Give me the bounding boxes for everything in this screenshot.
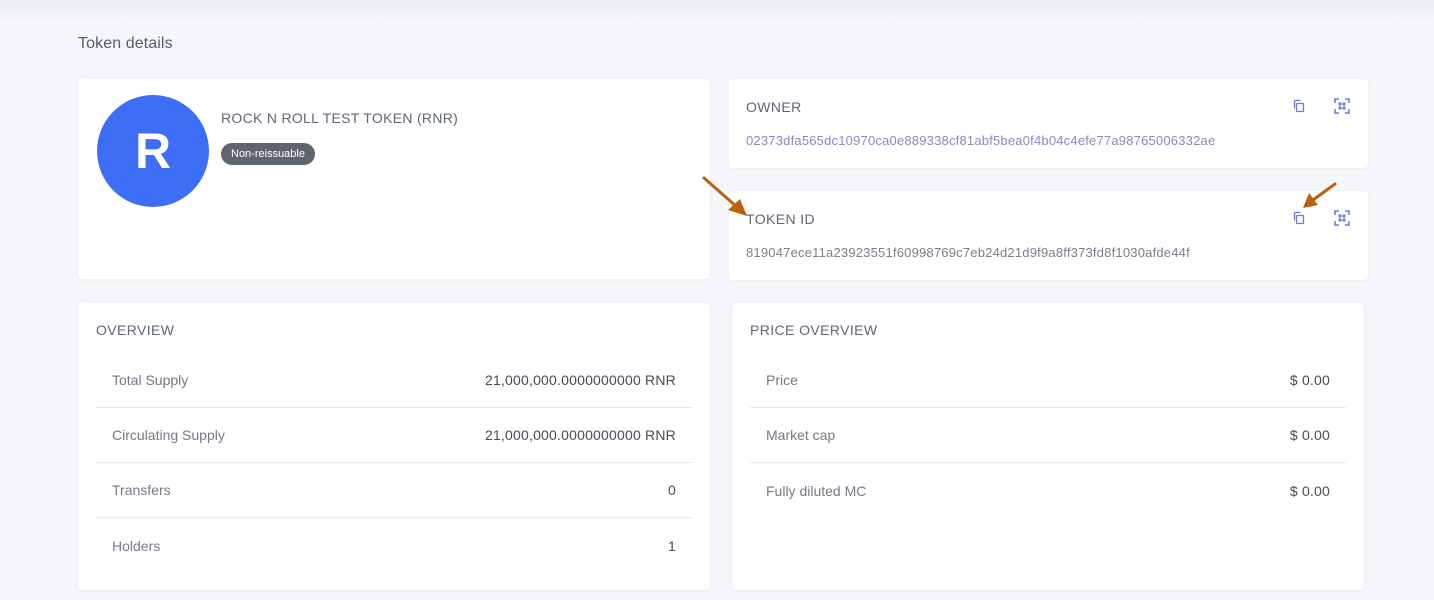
row-value: $ 0.00: [1289, 427, 1330, 443]
row-label: Circulating Supply: [112, 427, 225, 443]
overview-table: Total Supply 21,000,000.0000000000 RNR C…: [96, 353, 692, 573]
qr-scan-icon: [1334, 210, 1350, 226]
row-label: Price: [766, 372, 798, 388]
top-shadow: [0, 0, 1434, 24]
token-id-value: 819047ece11a23923551f60998769c7eb24d21d9…: [746, 245, 1190, 260]
price-overview-card: PRICE OVERVIEW Price $ 0.00 Market cap $…: [732, 303, 1364, 590]
row-value: 0: [668, 482, 676, 498]
copy-icon: [1293, 211, 1305, 225]
reissuable-status-badge: Non-reissuable: [221, 143, 315, 165]
price-overview-table: Price $ 0.00 Market cap $ 0.00 Fully dil…: [750, 353, 1346, 518]
overview-row-circulating-supply: Circulating Supply 21,000,000.0000000000…: [96, 408, 692, 463]
token-id-card: TOKEN ID 819047ece11a23923551f60998769c7…: [729, 191, 1368, 280]
row-label: Total Supply: [112, 372, 189, 388]
row-value: 1: [668, 537, 676, 554]
token-avatar: R: [97, 95, 209, 207]
row-value: $ 0.00: [1289, 372, 1330, 388]
row-label: Fully diluted MC: [766, 482, 867, 499]
price-overview-title: PRICE OVERVIEW: [750, 322, 878, 338]
token-name: ROCK N ROLL TEST TOKEN (RNR): [221, 110, 459, 126]
row-value: $ 0.00: [1289, 482, 1330, 499]
price-row-market-cap: Market cap $ 0.00: [750, 408, 1346, 463]
owner-address-link[interactable]: 02373dfa565dc10970ca0e889338cf81abf5bea0…: [746, 133, 1215, 148]
copy-icon: [1293, 99, 1305, 113]
owner-label: OWNER: [746, 99, 802, 115]
overview-title: OVERVIEW: [96, 322, 175, 338]
owner-card: OWNER 02373dfa565dc10970ca0e889338cf81ab…: [729, 79, 1368, 168]
price-row-fully-diluted-mc: Fully diluted MC $ 0.00: [750, 463, 1346, 518]
price-row-price: Price $ 0.00: [750, 353, 1346, 408]
page-title: Token details: [78, 35, 173, 52]
qr-token-id-button[interactable]: [1333, 209, 1351, 227]
row-label: Transfers: [112, 482, 171, 498]
overview-row-transfers: Transfers 0: [96, 463, 692, 518]
row-label: Holders: [112, 537, 161, 554]
overview-row-holders: Holders 1: [96, 518, 692, 573]
row-value: 21,000,000.0000000000 RNR: [484, 372, 676, 388]
qr-scan-icon: [1334, 98, 1350, 114]
token-summary-card: R ROCK N ROLL TEST TOKEN (RNR) Non-reiss…: [78, 79, 710, 279]
copy-owner-button[interactable]: [1290, 97, 1308, 115]
overview-card: OVERVIEW Total Supply 21,000,000.0000000…: [78, 303, 710, 590]
copy-token-id-button[interactable]: [1290, 209, 1308, 227]
qr-owner-button[interactable]: [1333, 97, 1351, 115]
row-value: 21,000,000.0000000000 RNR: [484, 427, 676, 443]
overview-row-total-supply: Total Supply 21,000,000.0000000000 RNR: [96, 353, 692, 408]
token-id-label: TOKEN ID: [746, 211, 816, 227]
row-label: Market cap: [766, 427, 836, 443]
